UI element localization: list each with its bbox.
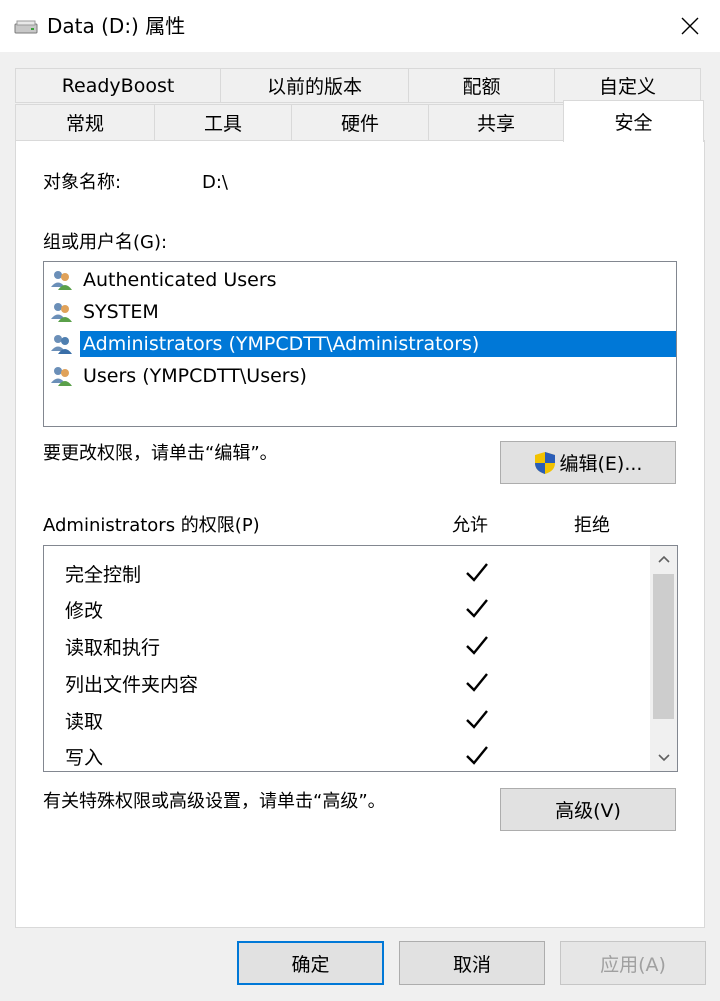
uac-shield-icon: [534, 451, 555, 474]
tab-previous-versions[interactable]: 以前的版本: [220, 68, 409, 103]
close-icon: [681, 17, 699, 35]
edit-button[interactable]: 编辑(E)...: [500, 441, 676, 484]
users-icon: [51, 367, 72, 386]
users-icon: [51, 271, 72, 290]
group-user-list[interactable]: Authenticated Users SYSTEM Administrator…: [43, 261, 677, 427]
scroll-up-button[interactable]: [650, 546, 677, 572]
permission-row: 列出文件夹内容: [65, 666, 505, 702]
close-button[interactable]: [660, 0, 720, 52]
list-item[interactable]: Authenticated Users: [50, 264, 280, 296]
permissions-label: Administrators 的权限(P): [43, 515, 260, 536]
apply-button[interactable]: 应用(A): [560, 941, 706, 985]
allow-check-icon: [466, 599, 488, 618]
permission-row: 读取和执行: [65, 629, 505, 665]
list-item-label: Users (YMPCDTT\Users): [83, 365, 307, 387]
permission-name: 写入: [65, 747, 104, 769]
allow-check-icon: [466, 673, 488, 692]
tab-hardware[interactable]: 硬件: [291, 104, 429, 141]
advanced-button[interactable]: 高级(V): [500, 788, 676, 831]
users-icon: [51, 335, 72, 354]
object-name-label: 对象名称:: [43, 172, 122, 193]
list-item-label: Administrators (YMPCDTT\Administrators): [80, 331, 676, 357]
scroll-down-button[interactable]: [650, 745, 677, 771]
permission-row: 写入: [65, 739, 505, 775]
permission-name: 修改: [65, 600, 104, 622]
permission-row: 读取: [65, 703, 505, 739]
permission-name: 读取: [65, 711, 104, 733]
permissions-scrollbar[interactable]: [650, 546, 677, 771]
list-item[interactable]: Users (YMPCDTT\Users): [50, 360, 310, 392]
tab-quota[interactable]: 配额: [408, 68, 555, 103]
allow-check-icon: [466, 746, 488, 765]
tab-sharing[interactable]: 共享: [428, 104, 564, 141]
allow-check-icon: [466, 710, 488, 729]
cancel-button[interactable]: 取消: [399, 941, 545, 985]
permissions-list[interactable]: 完全控制 修改 读取和执行 列出文件夹内容 读取 写入: [43, 545, 678, 772]
edit-hint: 要更改权限，请单击“编辑”。: [43, 443, 278, 464]
drive-icon: [14, 20, 38, 34]
permission-row: 完全控制: [65, 556, 505, 592]
permission-name: 读取和执行: [65, 637, 161, 659]
groups-label: 组或用户名(G):: [43, 232, 168, 253]
ok-button[interactable]: 确定: [237, 941, 384, 985]
allow-column-header: 允许: [452, 515, 488, 536]
permission-row: 修改: [65, 592, 505, 628]
allow-check-icon: [466, 563, 488, 582]
tab-readyboost[interactable]: ReadyBoost: [15, 68, 221, 103]
users-icon: [51, 303, 72, 322]
permission-name: 列出文件夹内容: [65, 674, 199, 696]
list-item-label: SYSTEM: [83, 301, 159, 323]
title-bar: Data (D:) 属性: [0, 0, 720, 52]
allow-check-icon: [466, 636, 488, 655]
window-title: Data (D:) 属性: [47, 14, 186, 38]
permission-name: 完全控制: [65, 564, 142, 586]
scroll-thumb[interactable]: [653, 574, 674, 719]
list-item-label: Authenticated Users: [83, 269, 277, 291]
tab-tools[interactable]: 工具: [154, 104, 292, 141]
list-item-selected[interactable]: Administrators (YMPCDTT\Administrators): [50, 328, 676, 360]
advanced-hint: 有关特殊权限或高级设置，请单击“高级”。: [43, 791, 386, 812]
list-item[interactable]: SYSTEM: [50, 296, 162, 328]
tab-security[interactable]: 安全: [563, 100, 704, 142]
chevron-up-icon: [657, 555, 670, 563]
deny-column-header: 拒绝: [574, 515, 610, 536]
chevron-down-icon: [657, 754, 670, 762]
object-name-value: D:\: [202, 172, 228, 193]
tab-general[interactable]: 常规: [15, 104, 155, 141]
tab-customize[interactable]: 自定义: [554, 68, 701, 103]
